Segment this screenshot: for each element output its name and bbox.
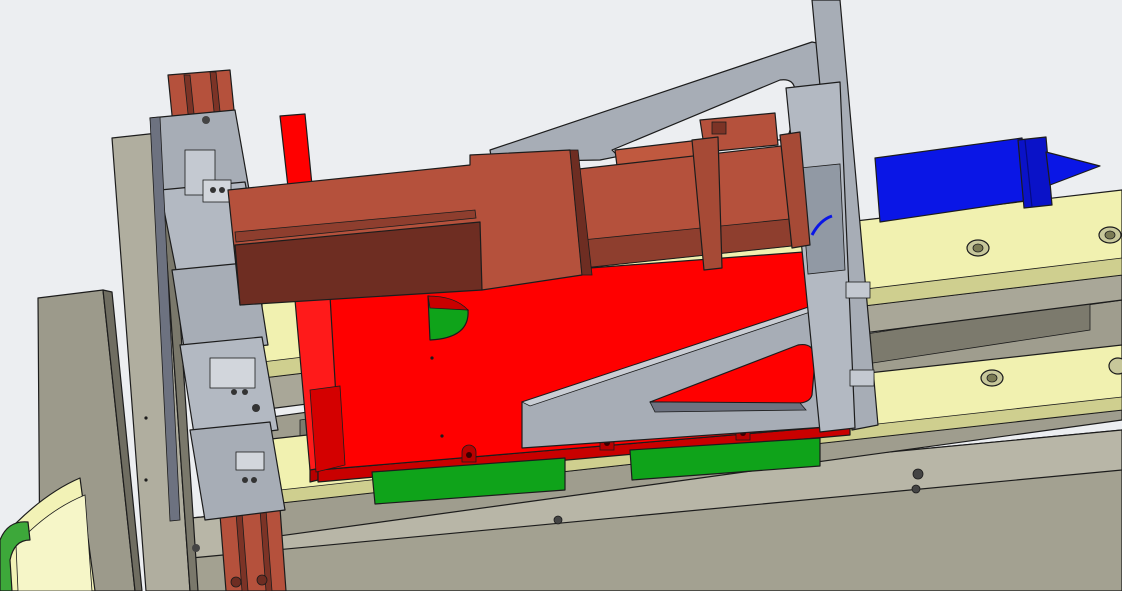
pneumatic-cylinder-bottom — [219, 507, 287, 591]
cad-viewport[interactable] — [0, 0, 1122, 591]
guide-bracket-column — [149, 109, 286, 552]
cad-assembly-model[interactable] — [0, 0, 1122, 591]
